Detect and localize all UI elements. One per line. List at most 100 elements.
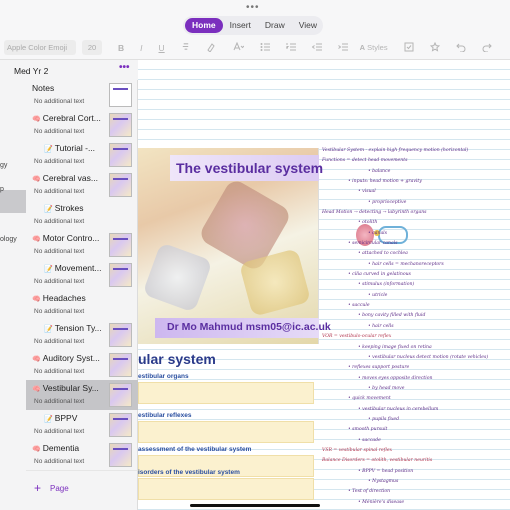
section-selected-highlight[interactable]	[0, 190, 26, 213]
section-label[interactable]: ology	[0, 236, 17, 243]
page-title-text: Headaches	[42, 293, 86, 303]
redo-icon[interactable]	[482, 42, 492, 54]
outline-item: estibular reflexes	[138, 412, 192, 419]
bold-icon[interactable]: B	[118, 43, 124, 53]
page-title: 🧠 Cerebral Cort...	[32, 113, 101, 123]
handwritten-line: • saccule	[348, 303, 370, 309]
section-label[interactable]: gy	[0, 162, 7, 169]
handwritten-line: • smooth pursuit	[348, 427, 388, 433]
page-subtitle: No additional text	[34, 368, 85, 375]
handwritten-line: Functions = detect head movements	[322, 158, 408, 164]
undo-icon[interactable]	[455, 42, 466, 54]
handwritten-notes[interactable]: Vestibular System - explain high frequen…	[320, 148, 510, 510]
highlight-icon[interactable]	[206, 42, 216, 54]
tab-insert[interactable]: Insert	[223, 18, 258, 33]
star-tag-icon[interactable]	[429, 41, 440, 54]
page-item[interactable]: Notes No additional text	[26, 80, 138, 110]
handwritten-line: Vestibular System - explain high frequen…	[322, 148, 469, 153]
page-title: 📝 Tension Ty...	[44, 323, 102, 333]
font-size-selector[interactable]: 20	[82, 40, 102, 55]
tab-view[interactable]: View	[292, 18, 324, 33]
page-title: 📝 Tutorial -...	[44, 143, 95, 153]
section-label[interactable]: p	[0, 186, 4, 193]
bullet-list-icon[interactable]	[260, 42, 270, 54]
page-subtitle: No additional text	[34, 278, 85, 285]
page-thumbnail	[109, 323, 132, 347]
page-item[interactable]: 🧠 Motor Contro... No additional text	[26, 230, 138, 260]
indent-decrease-icon[interactable]	[311, 42, 322, 54]
page-item[interactable]: 🧠 Vestibular Sy... No additional text	[26, 380, 138, 410]
page-item[interactable]: 📝 Strokes No additional text	[26, 200, 138, 230]
styles-dropdown[interactable]: A Styles	[360, 43, 388, 52]
page-item[interactable]: 📝 Tutorial -... No additional text	[26, 140, 138, 170]
page-thumbnail	[109, 113, 132, 137]
page-title: 🧠 Motor Contro...	[32, 233, 99, 243]
slide-author: Dr Mo Mahmud msm05@ic.ac.uk	[167, 321, 331, 333]
page-title-text: Tutorial -...	[54, 143, 96, 153]
page-item[interactable]: 📝 BPPV No additional text	[26, 410, 138, 440]
page-subtitle: No additional text	[34, 248, 85, 255]
checkbox-tag-icon[interactable]	[404, 42, 414, 54]
page-thumbnail	[109, 413, 132, 437]
handwritten-line: • utricle	[368, 292, 388, 298]
more-options-icon[interactable]: •••	[119, 62, 130, 73]
handwritten-line: • pupils fixed	[368, 416, 400, 422]
handwritten-line: • vestibular nucleus in cerebellum	[358, 406, 439, 412]
add-page-button[interactable]: + Page	[26, 470, 138, 510]
handwritten-line: • proprioceptive	[368, 199, 407, 205]
notebook-title[interactable]: Med Yr 2	[14, 66, 48, 76]
handwritten-line: Head Motion → detecting → labyrinth orga…	[322, 210, 427, 216]
page-thumbnail	[109, 353, 132, 377]
handwritten-line: • canals	[368, 230, 388, 236]
page-title-text: Cerebral Cort...	[42, 113, 101, 123]
italic-icon[interactable]: I	[140, 43, 142, 53]
underline-icon[interactable]: U	[159, 43, 165, 53]
page-item[interactable]: 🧠 Cerebral Cort... No additional text	[26, 110, 138, 140]
page-title-text: Motor Contro...	[42, 233, 100, 243]
page-item[interactable]: 🧠 Headaches No additional text	[26, 290, 138, 320]
tab-draw[interactable]: Draw	[258, 18, 292, 33]
outline-box	[138, 421, 314, 443]
page-title-text: Auditory Syst...	[42, 353, 100, 363]
page-item[interactable]: 🧠 Cerebral vas... No additional text	[26, 170, 138, 200]
window-grabber[interactable]: •••	[246, 2, 260, 13]
font-color-icon[interactable]	[232, 41, 245, 54]
brain-icon: 🧠	[32, 356, 41, 363]
page-title-text: Movement...	[54, 263, 102, 273]
page-title: 🧠 Dementia	[32, 443, 79, 453]
handwritten-line: • stimulus (information)	[358, 282, 415, 288]
font-selector[interactable]: Apple Color Emoji	[4, 40, 76, 55]
indent-increase-icon[interactable]	[337, 42, 348, 54]
handwritten-line: • Test of direction	[348, 489, 391, 495]
handwritten-line: • visual	[358, 189, 376, 195]
page-subtitle: No additional text	[34, 308, 85, 315]
outline-item: estibular organs	[138, 373, 189, 380]
page-item[interactable]: 🧠 Dementia No additional text	[26, 440, 138, 470]
handwritten-line: • semicircular canals	[348, 241, 398, 247]
page-title: 🧠 Vestibular Sy...	[32, 383, 99, 393]
top-bar: ••• Home Insert Draw View	[0, 0, 510, 36]
strikethrough-icon[interactable]	[181, 42, 190, 53]
handwritten-line: • Nystagmus	[368, 478, 399, 484]
handwritten-line: VOR = vestibulo-ocular reflex	[322, 334, 392, 340]
page-title-text: Tension Ty...	[54, 323, 102, 333]
handwritten-line: VSR = vestibular spinal reflex	[322, 447, 393, 453]
brain-icon: 🧠	[32, 446, 41, 453]
page-item[interactable]: 📝 Tension Ty... No additional text	[26, 320, 138, 350]
page-thumbnail	[109, 443, 132, 467]
page-subtitle: No additional text	[34, 188, 85, 195]
handwritten-line: • moves eyes opposite direction	[358, 375, 433, 381]
handwritten-line: • BPPV = head position	[358, 468, 414, 474]
tab-home[interactable]: Home	[185, 18, 223, 33]
page-item[interactable]: 🧠 Auditory Syst... No additional text	[26, 350, 138, 380]
page-title-text: Strokes	[54, 203, 84, 213]
section-list: gy p ology	[0, 60, 26, 510]
page-item[interactable]: 📝 Movement... No additional text	[26, 260, 138, 290]
handwritten-line: • reflexes support posture	[348, 365, 410, 371]
ribbon-tabs: Home Insert Draw View	[183, 16, 323, 35]
numbered-list-icon[interactable]	[284, 42, 296, 54]
page-list: Notes No additional text 🧠 Cerebral Cort...…	[26, 80, 138, 470]
slide-title: The vestibular system	[176, 160, 324, 176]
page-subtitle: No additional text	[34, 458, 85, 465]
brain-icon: 🧠	[32, 236, 41, 243]
